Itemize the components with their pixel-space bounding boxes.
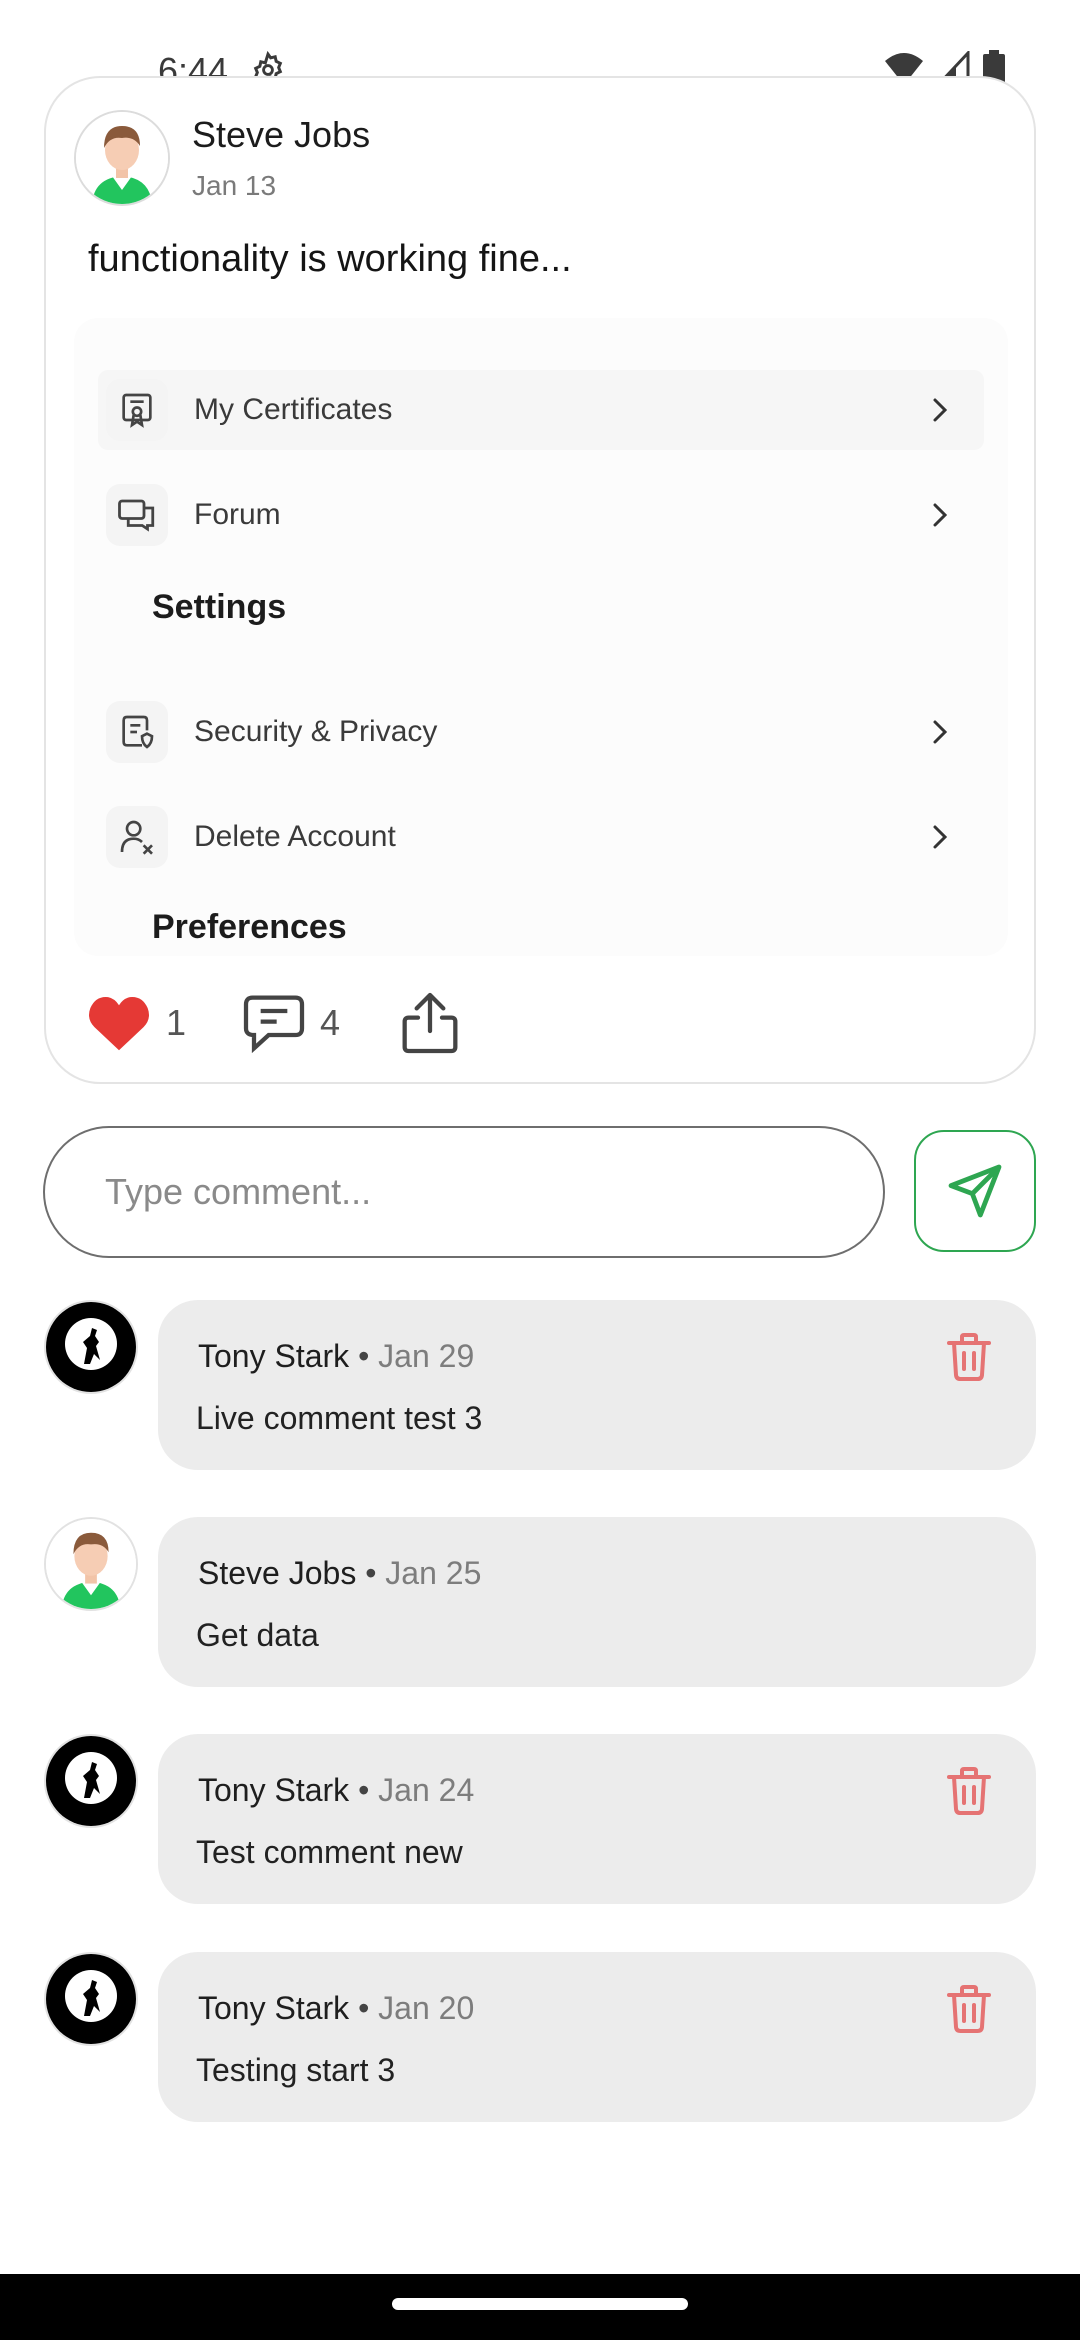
comment-header: Tony Stark • Jan 24 — [198, 1772, 475, 1808]
certificate-icon — [106, 379, 168, 441]
tony-stark-avatar[interactable] — [44, 1952, 138, 2046]
comment-bubble: Steve Jobs • Jan 25 Get data — [158, 1517, 1036, 1687]
man-avatar-icon — [46, 1519, 136, 1609]
like-count: 1 — [166, 1002, 187, 1043]
delete-comment-button[interactable] — [940, 1980, 998, 2038]
comment-author[interactable]: Tony Stark — [198, 1772, 349, 1808]
comment-author[interactable]: Steve Jobs — [198, 1555, 356, 1591]
send-comment-button[interactable] — [914, 1130, 1036, 1252]
post-author-avatar[interactable] — [74, 110, 170, 206]
chevron-right-icon — [920, 817, 960, 857]
comment-text: Live comment test 3 — [196, 1400, 483, 1436]
home-gesture-handle[interactable] — [392, 2298, 688, 2310]
comment-date: Jan 20 — [378, 1990, 475, 2026]
chevron-right-icon — [920, 390, 960, 430]
comment-text: Testing start 3 — [196, 2052, 396, 2088]
comment-count: 4 — [320, 1002, 341, 1043]
heart-icon[interactable] — [86, 993, 152, 1053]
trash-icon — [947, 1767, 991, 1815]
chevron-right-icon — [920, 495, 960, 535]
comment-header: Steve Jobs • Jan 25 — [198, 1555, 482, 1591]
ironman-silhouette-icon — [46, 1736, 136, 1826]
comment-bubble: Tony Stark • Jan 20 Testing start 3 — [158, 1952, 1036, 2122]
preferences-section-title: Preferences — [152, 908, 347, 946]
trash-icon — [947, 1333, 991, 1381]
delete-user-icon — [106, 806, 168, 868]
comment-item: Tony Stark • Jan 24 Test comment new — [44, 1734, 1036, 1906]
settings-section-title: Settings — [152, 588, 287, 626]
comment-author[interactable]: Tony Stark — [198, 1990, 349, 2026]
menu-item-label: Delete Account — [194, 820, 396, 853]
post-date: Jan 13 — [192, 170, 277, 201]
ironman-silhouette-icon — [46, 1954, 136, 2044]
post-actions: 1 4 — [86, 988, 460, 1058]
menu-item-my-certificates: My Certificates — [98, 370, 984, 450]
comment-item: Steve Jobs • Jan 25 Get data — [44, 1517, 1036, 1689]
tony-stark-avatar[interactable] — [44, 1300, 138, 1394]
share-icon[interactable] — [400, 991, 460, 1055]
delete-comment-button[interactable] — [940, 1762, 998, 1820]
comment-text: Get data — [196, 1617, 319, 1653]
steve-jobs-avatar[interactable] — [44, 1517, 138, 1611]
security-doc-icon — [106, 701, 168, 763]
send-icon — [948, 1164, 1002, 1218]
menu-item-label: Forum — [194, 498, 281, 531]
system-navigation-bar — [0, 2274, 1080, 2340]
comment-input[interactable] — [43, 1126, 885, 1258]
comment-bubble: Tony Stark • Jan 29 Live comment test 3 — [158, 1300, 1036, 1470]
post-card: Steve Jobs Jan 13 functionality is worki… — [44, 76, 1036, 1084]
menu-item-security-privacy: Security & Privacy — [98, 692, 984, 772]
comment-icon[interactable] — [242, 993, 306, 1053]
post-body-text: functionality is working fine... — [88, 238, 572, 280]
post-author-name[interactable]: Steve Jobs — [192, 114, 370, 156]
ironman-silhouette-icon — [46, 1302, 136, 1392]
trash-icon — [947, 1985, 991, 2033]
menu-item-forum: Forum — [98, 475, 984, 555]
comment-header: Tony Stark • Jan 20 — [198, 1990, 475, 2026]
man-avatar-icon — [76, 112, 168, 204]
menu-item-label: My Certificates — [194, 393, 393, 426]
comment-item: Tony Stark • Jan 29 Live comment test 3 — [44, 1300, 1036, 1472]
comment-bubble: Tony Stark • Jan 24 Test comment new — [158, 1734, 1036, 1904]
comment-header: Tony Stark • Jan 29 — [198, 1338, 475, 1374]
menu-item-label: Security & Privacy — [194, 715, 438, 748]
post-attached-screenshot: My Certificates Forum Settings Security … — [74, 318, 1008, 956]
chevron-right-icon — [920, 712, 960, 752]
menu-item-delete-account: Delete Account — [98, 797, 984, 877]
delete-comment-button[interactable] — [940, 1328, 998, 1386]
comment-author[interactable]: Tony Stark — [198, 1338, 349, 1374]
forum-icon — [106, 484, 168, 546]
comment-date: Jan 25 — [385, 1555, 482, 1591]
comment-date: Jan 29 — [378, 1338, 475, 1374]
comment-text: Test comment new — [196, 1834, 463, 1870]
comment-item: Tony Stark • Jan 20 Testing start 3 — [44, 1952, 1036, 2124]
tony-stark-avatar[interactable] — [44, 1734, 138, 1828]
comment-date: Jan 24 — [378, 1772, 475, 1808]
